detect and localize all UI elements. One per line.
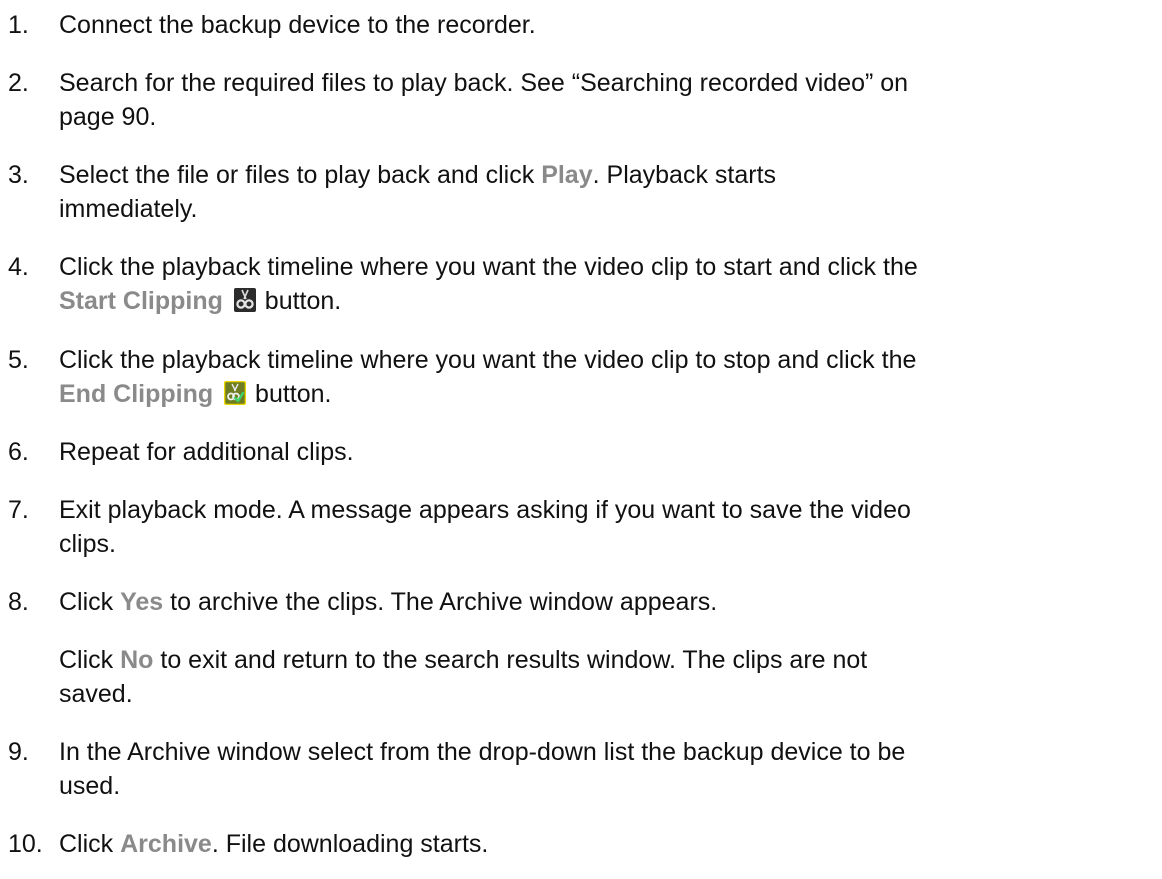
step-text-line-2: immediately.	[59, 195, 198, 223]
step-number: 2.	[8, 69, 29, 97]
step-text: Click	[59, 830, 121, 858]
step-number: 9.	[8, 738, 29, 766]
step-text: Repeat for additional clips.	[59, 438, 354, 466]
play-button-label: Play	[541, 161, 593, 189]
step-text-line-1: Click the playback timeline where you wa…	[59, 346, 917, 374]
note-text: Click	[59, 646, 121, 674]
step-text-line-2: used.	[59, 772, 121, 800]
step-text: button.	[264, 287, 342, 315]
step-number: 8.	[8, 588, 29, 616]
yes-button-label: Yes	[120, 588, 164, 616]
step-number: 10.	[8, 830, 43, 858]
step-text: Connect the backup device to the recorde…	[59, 11, 536, 39]
step-number: 7.	[8, 496, 29, 524]
step-text-line-1: Exit playback mode. A message appears as…	[59, 496, 911, 524]
step-text: button.	[255, 380, 332, 408]
start-clipping-button-label: Start Clipping	[59, 287, 223, 315]
no-button-label: No	[120, 646, 154, 674]
step-text: Click	[59, 588, 121, 616]
note-text: to exit and return to the search results…	[153, 646, 868, 674]
step-number: 4.	[8, 253, 29, 281]
step-number: 6.	[8, 438, 29, 466]
end-clipping-button-label: End Clipping	[59, 380, 214, 408]
step-text-line-2: clips.	[59, 530, 116, 558]
step-text-line-2: page 90.	[59, 103, 157, 131]
step-number: 5.	[8, 346, 29, 374]
step-text: Select the file or files to play back an…	[59, 161, 542, 189]
note-text-line-2: saved.	[59, 680, 133, 708]
step-number: 1.	[8, 11, 29, 39]
step-number: 3.	[8, 161, 29, 189]
step-text: . File downloading starts.	[211, 830, 489, 858]
step-text: . Playback starts	[592, 161, 777, 189]
step-text-line-1: Click the playback timeline where you wa…	[59, 253, 918, 281]
step-text-line-1: In the Archive window select from the dr…	[59, 738, 906, 766]
scissors-check-icon	[224, 381, 247, 405]
step-text-line-1: Search for the required files to play ba…	[59, 69, 909, 97]
step-text: to archive the clips. The Archive window…	[163, 588, 718, 616]
archive-button-label: Archive	[120, 830, 212, 858]
scissors-icon	[233, 288, 256, 312]
